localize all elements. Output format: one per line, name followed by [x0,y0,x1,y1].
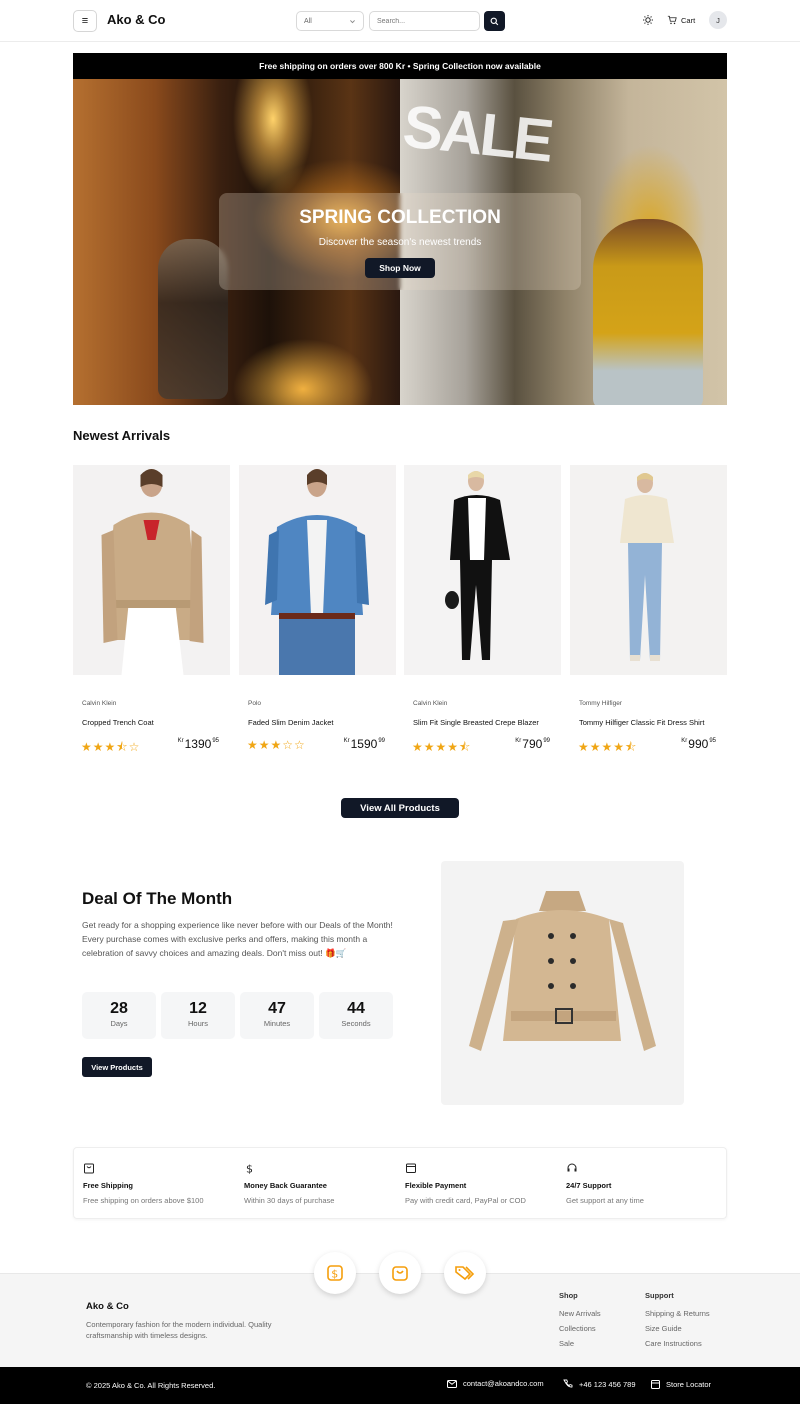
sun-icon[interactable] [642,14,654,26]
cart-icon [667,15,677,25]
category-select[interactable]: All [296,11,364,31]
store-icon [651,1380,660,1389]
product-name[interactable]: Tommy Hilfiger Classic Fit Dress Shirt [579,718,704,727]
bag-icon [84,1163,94,1174]
model-figure [593,219,703,405]
menu-button[interactable]: ≡ [73,10,97,32]
view-products-button[interactable]: View Products [82,1057,152,1077]
countdown-seconds: 44 Seconds [319,992,393,1039]
feature-item: Free Shipping Free shipping on orders ab… [83,1162,233,1205]
product-image[interactable] [239,465,396,675]
deal-product-image [441,861,684,1105]
dollar-icon: $ [327,1265,343,1281]
product-card[interactable]: Polo Faded Slim Denim Jacket ★★★☆☆ Kr 159… [239,465,396,755]
site-header: ≡ Ako & Co All Cart J [0,0,800,42]
product-card[interactable]: Calvin Klein Slim Fit Single Breasted Cr… [404,465,561,755]
product-price: Kr 1390 95 [177,737,219,751]
search-button[interactable] [484,11,505,31]
product-brand: Calvin Klein [82,700,117,707]
model-figure [158,239,228,399]
svg-text:$: $ [246,1163,253,1175]
footer-link-new-arrivals[interactable]: New Arrivals [559,1309,601,1318]
product-card[interactable]: Tommy Hilfiger Tommy Hilfiger Classic Fi… [570,465,727,755]
search-icon [490,17,499,25]
product-brand: Calvin Klein [413,700,448,707]
features-strip: Free Shipping Free shipping on orders ab… [73,1147,727,1219]
deal-description: Get ready for a shopping experience like… [82,920,393,958]
dollar-icon: $ [246,1163,253,1175]
section-title: Newest Arrivals [73,428,171,443]
product-card[interactable]: Calvin Klein Cropped Trench Coat ★★★⯪☆ K… [73,465,230,755]
store-locator-link[interactable]: Store Locator [651,1379,711,1389]
product-name[interactable]: Faded Slim Denim Jacket [248,718,333,727]
footer-link-care[interactable]: Care Instructions [645,1339,702,1348]
deals-circle[interactable] [444,1252,486,1294]
contact-phone[interactable]: +46 123 456 789 [563,1379,636,1389]
footer-description: Contemporary fashion for the modern indi… [86,1320,272,1340]
phone-icon [563,1379,573,1388]
product-name[interactable]: Slim Fit Single Breasted Crepe Blazer [413,718,539,727]
mail-icon [447,1379,457,1388]
chevron-down-icon [350,19,355,23]
footer-link-sale[interactable]: Sale [559,1339,574,1348]
payment-circle[interactable]: $ [314,1252,356,1294]
product-price: Kr 790 99 [515,737,550,751]
site-logo[interactable]: Ako & Co [107,12,166,27]
hamburger-icon: ≡ [81,15,89,27]
footer-shop-title: Shop [559,1291,578,1300]
countdown-minutes: 47 Minutes [240,992,314,1039]
wallet-icon [406,1163,416,1173]
footer-link-collections[interactable]: Collections [559,1324,596,1333]
product-image[interactable] [73,465,230,675]
star-rating: ★★★⯪☆ [81,740,141,754]
footer-support-title: Support [645,1291,674,1300]
countdown-days: 28 Days [82,992,156,1039]
feature-item: Flexible Payment Pay with credit card, P… [405,1162,555,1205]
deal-title: Deal Of The Month [82,889,233,908]
product-price: Kr 1590 99 [343,737,385,751]
product-name[interactable]: Cropped Trench Coat [82,718,154,727]
headset-icon [567,1163,577,1172]
footer-brand: Ako & Co [86,1301,129,1312]
countdown-hours: 12 Hours [161,992,235,1039]
cart-label: Cart [681,15,696,25]
tags-icon [455,1266,475,1281]
product-image[interactable] [570,465,727,675]
contact-email[interactable]: contact@akoandco.com [447,1379,544,1388]
bag-icon [392,1266,408,1281]
hero-title: SPRING COLLECTION [299,207,501,228]
star-rating: ★★★★⯪ [412,740,472,754]
footer-link-shipping[interactable]: Shipping & Returns [645,1309,710,1318]
shop-now-button[interactable]: Shop Now [365,258,435,278]
svg-text:$: $ [331,1268,338,1281]
promo-banner: Free shipping on orders over 800 Kr • Sp… [73,53,727,79]
footer-bottom-bar: © 2025 Ako & Co. All Rights Reserved. co… [0,1367,800,1404]
cart-button[interactable]: Cart [667,13,695,27]
product-brand: Polo [248,700,262,707]
copyright: © 2025 Ako & Co. All Rights Reserved. [86,1381,216,1390]
view-all-products-button[interactable]: View All Products [341,798,459,818]
avatar[interactable]: J [709,11,727,29]
feature-item: 24/7 Support Get support at any time [566,1162,716,1205]
product-brand: Tommy Hilfiger [579,700,622,707]
search-input[interactable] [369,11,480,31]
star-rating: ★★★★⯪ [578,740,638,754]
feature-item: $ Money Back Guarantee Within 30 days of… [244,1162,335,1206]
product-image[interactable] [404,465,561,675]
star-rating: ★★★☆☆ [247,738,306,752]
hero-subtitle: Discover the season's newest trends [318,237,482,248]
category-value: All [304,17,312,25]
product-price: Kr 990 95 [681,737,716,751]
footer-link-size-guide[interactable]: Size Guide [645,1324,682,1333]
shopping-circle[interactable] [379,1252,421,1294]
